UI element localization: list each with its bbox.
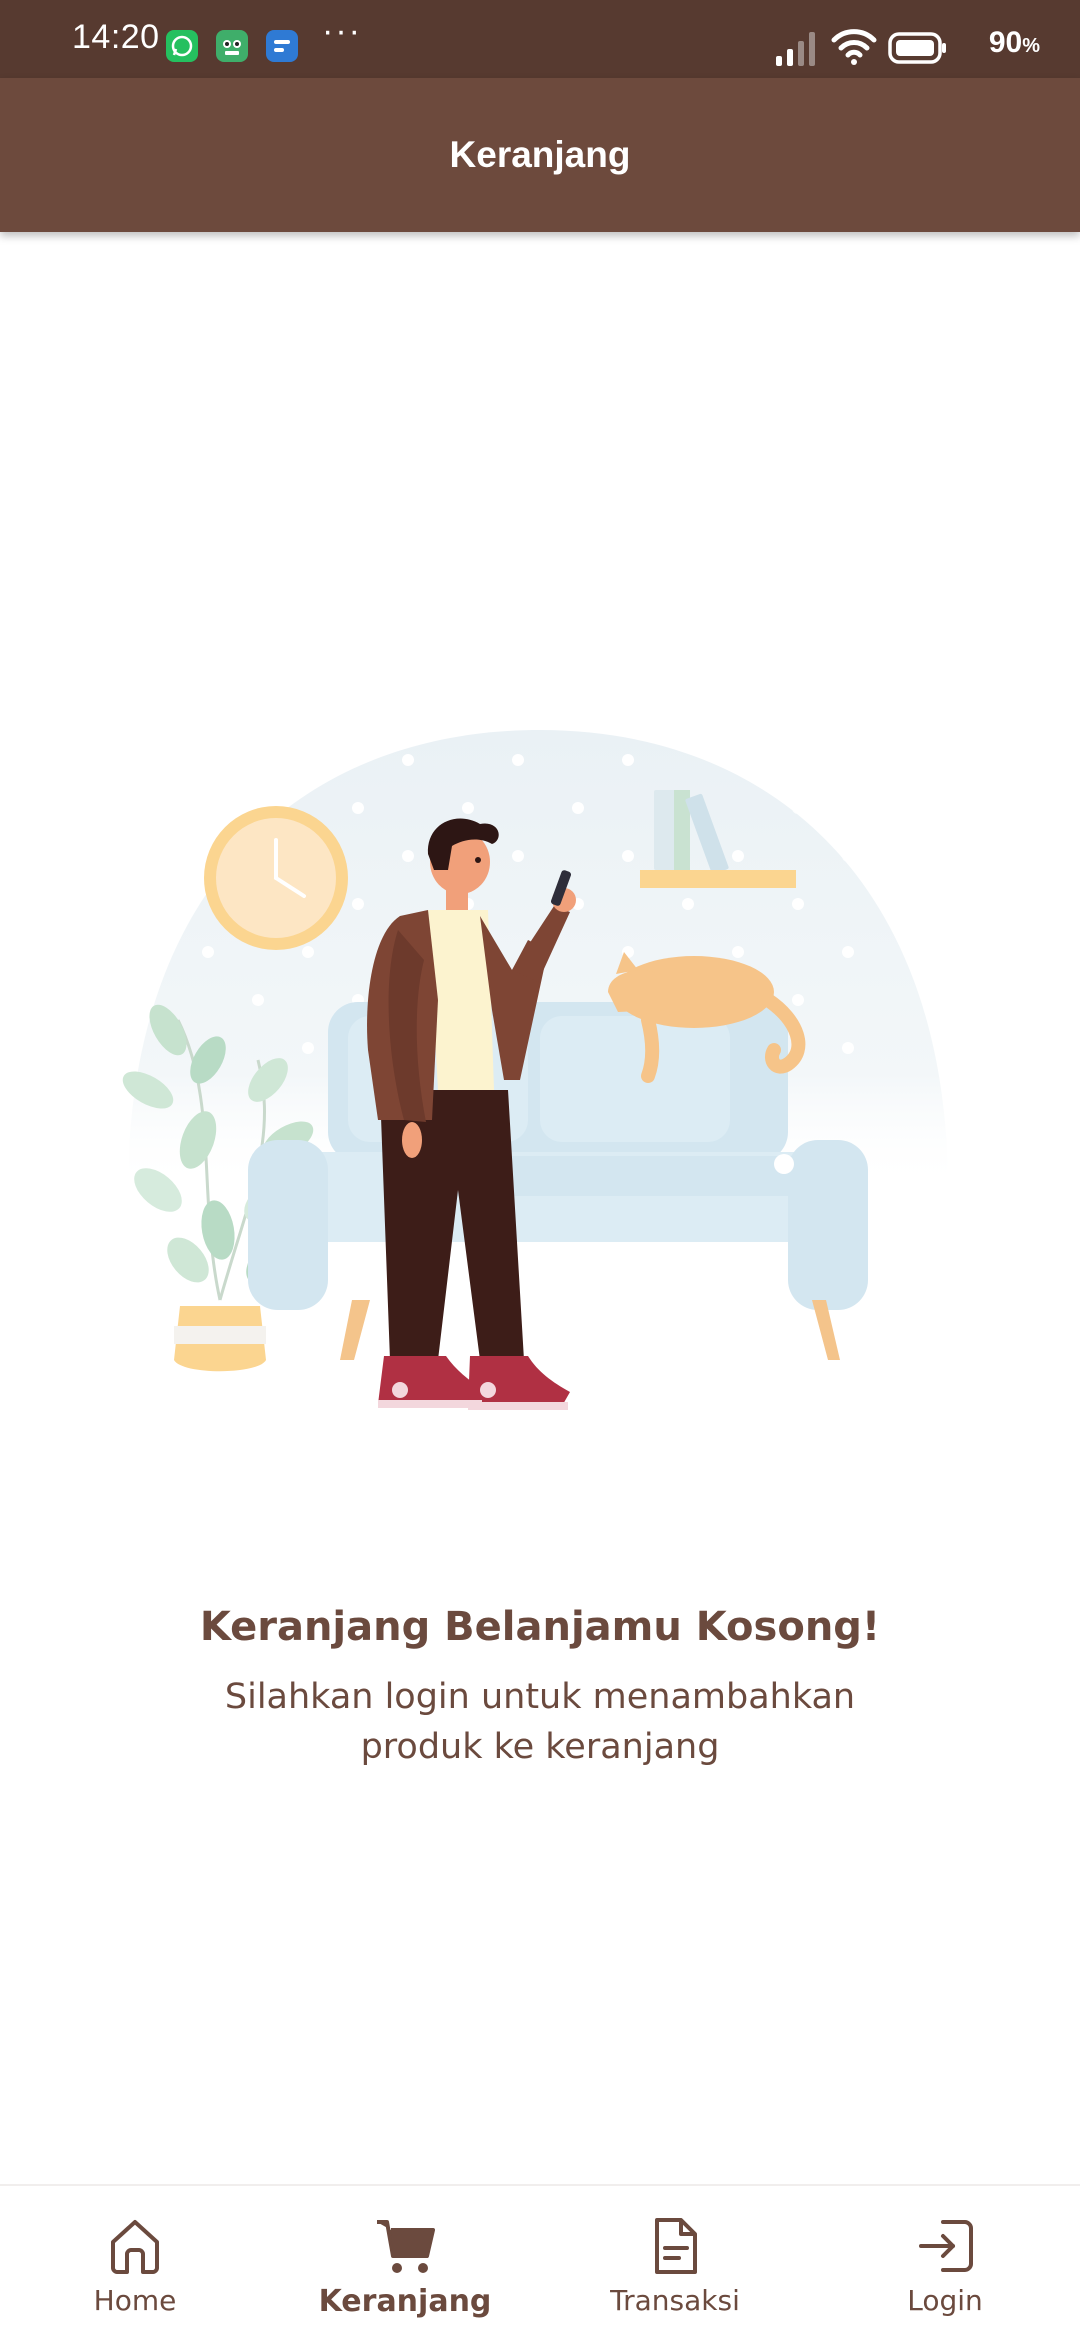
status-bar: 14:20 ··· 90% — [0, 0, 1080, 78]
nav-label-transaksi: Transaksi — [610, 2284, 740, 2317]
empty-state-title: Keranjang Belanjamu Kosong! — [199, 1604, 881, 1650]
battery-value: 90 — [988, 26, 1023, 59]
nav-item-transaksi[interactable]: Transaksi — [540, 2186, 810, 2342]
wifi-icon — [831, 29, 877, 65]
battery-unit: % — [1022, 35, 1040, 57]
nav-label-home: Home — [93, 2284, 177, 2317]
nav-item-login[interactable]: Login — [810, 2186, 1080, 2342]
cart-icon — [377, 2220, 435, 2273]
battery-icon — [888, 32, 946, 64]
signal-icon — [776, 32, 815, 66]
nav-item-keranjang[interactable]: Keranjang — [270, 2186, 540, 2342]
message-app-icon — [266, 30, 298, 62]
empty-cart-illustration — [122, 730, 948, 1410]
battery-percentage: 90% — [989, 26, 1040, 60]
home-icon — [111, 2220, 159, 2274]
page-title: Keranjang — [449, 134, 631, 175]
bottom-navigation: Home Keranjang Transaksi Login — [0, 2184, 1080, 2342]
document-icon — [655, 2218, 697, 2274]
nav-label-keranjang: Keranjang — [318, 2284, 492, 2319]
whatsapp-icon — [166, 30, 198, 62]
more-notifications-indicator: ··· — [322, 12, 362, 50]
empty-state-subtitle: Silahkan login untuk menambahkan produk … — [224, 1677, 856, 1767]
status-time: 14:20 — [72, 18, 160, 56]
clock-icon — [204, 806, 348, 950]
app-bar: Keranjang — [0, 78, 1080, 232]
nav-label-login: Login — [907, 2284, 983, 2317]
nav-item-home[interactable]: Home — [0, 2186, 270, 2342]
app-notification-icon — [216, 30, 248, 62]
login-icon — [919, 2220, 973, 2272]
